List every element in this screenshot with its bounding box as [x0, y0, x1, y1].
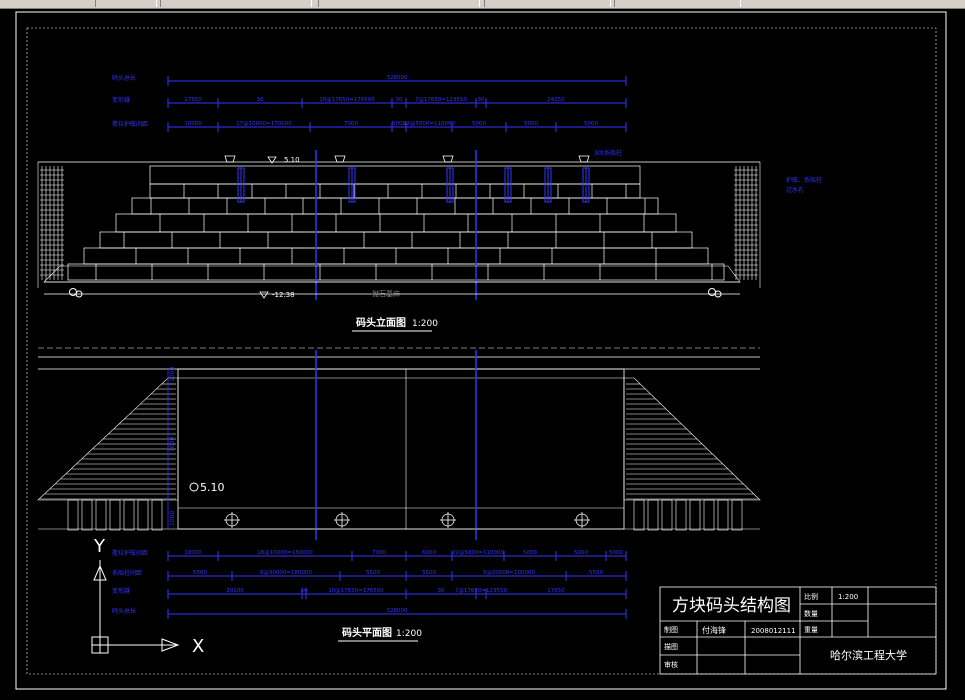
dim-row-label: 码头总长 — [112, 74, 136, 82]
dim-value: 5000 — [523, 550, 537, 556]
top-dimension-chain: 码头总长 328000 变形缝 17650 30 10@17650=176500 30 7@1… — [112, 74, 627, 132]
dim-row-label: 变形缝 — [112, 587, 130, 595]
dim-value: 5000 — [584, 121, 598, 127]
dim-value: 5500 — [589, 570, 603, 576]
dim-value: 328000 — [387, 75, 408, 81]
dim-value: 17@10000=170000 — [236, 121, 292, 127]
level-marker-icon — [259, 291, 269, 299]
ucs-y-label: Y — [93, 536, 106, 557]
dim-value: 30 — [438, 588, 445, 594]
dim-row-label: 搅拉护舷间距 — [112, 549, 148, 557]
dim-value: 6000 — [422, 550, 436, 556]
dim-value: 24350 — [547, 97, 565, 103]
left-dim-1: 1000 — [169, 367, 176, 382]
dim-value: 6@30000=180000 — [260, 570, 313, 576]
dim-value: 5000 — [524, 121, 538, 127]
dim-row-label: 搅拉护舷间距 — [112, 120, 148, 128]
row2-label: 描图 — [664, 642, 678, 651]
dim-value: 5@20000=100000 — [483, 570, 536, 576]
dim-value: 22@5000=110000 — [452, 550, 505, 556]
row1-label: 制图 — [664, 625, 678, 634]
top-note: 30t系船柱 — [594, 149, 622, 157]
level-circle-icon — [189, 482, 199, 492]
dim-value: 20100 — [226, 588, 244, 594]
bottom-level-text: -12.38 — [272, 291, 295, 299]
student-id: 2008012111 — [751, 627, 796, 635]
dim-value: 5000 — [472, 121, 486, 127]
bottom-dimension-chain: 搅拉护舷间距 10000 18@10000=180000 7000 6000 22@500… — [112, 549, 627, 619]
drafter-name: 付海锋 — [702, 625, 726, 635]
scale-label: 比例 — [804, 592, 818, 601]
dim-value: 5500 — [193, 570, 207, 576]
dim-value: 5000 — [574, 550, 588, 556]
dim-value: 7@17650=123550 — [415, 97, 468, 103]
cad-canvas[interactable]: 码头总长 328000 变形缝 17650 30 10@17650=176500 30 7@1… — [0, 0, 965, 700]
dim-row-label: 系船柱间距 — [112, 569, 142, 577]
dim-value: 7000 — [344, 121, 358, 127]
elevation-title: 码头立面图 — [356, 316, 406, 329]
plan-scale: 1:200 — [396, 629, 422, 639]
dim-value: 10@17650=176500 — [328, 588, 384, 594]
dim-value: 30 — [478, 97, 485, 103]
left-dim-2: 1000 — [169, 437, 176, 452]
dim-value: 18@10000=180000 — [257, 550, 313, 556]
dim-value: 17650 — [547, 588, 565, 594]
dim-value: 30 — [257, 97, 264, 103]
dim-value: 328000 — [387, 608, 408, 614]
left-dim-3: 1000 — [169, 511, 176, 526]
plan-title: 码头平面图 — [342, 626, 392, 639]
weight-label: 重量 — [804, 626, 818, 634]
dim-value: 22@5000=110000 — [403, 121, 456, 127]
dim-row-label: 变形缝 — [112, 96, 130, 104]
note-right-1: 护舷、系船柱 — [786, 176, 822, 184]
drawing-title: 方块码头结构图 — [672, 596, 791, 616]
dim-value: 10000 — [184, 121, 202, 127]
note-right-2: 过水孔 — [786, 186, 804, 194]
plan-view: 1000 1000 1000 5.10 码头平面图 1:200 — [37, 347, 761, 642]
dim-value: 10@17650=176500 — [319, 97, 375, 103]
dim-row-label: 码头总长 — [112, 607, 136, 615]
scale-value: 1:200 — [838, 593, 858, 601]
plan-level-text: 5.10 — [200, 481, 225, 494]
dim-value: 30 — [396, 97, 403, 103]
dim-value: 7000 — [372, 550, 386, 556]
institution-name: 哈尔滨工程大学 — [830, 648, 907, 662]
elevation-view: 5.10 -12.38 抛石基床 30t系船柱 护舷、系船柱 过水孔 码头立面图… — [37, 149, 822, 332]
qty-label: 数量 — [804, 609, 818, 618]
dim-value: 17650 — [184, 97, 202, 103]
dim-value: 10000 — [184, 550, 202, 556]
row3-label: 审核 — [664, 660, 678, 669]
dim-value: 30 — [301, 588, 308, 594]
dim-value: 5000 — [609, 550, 623, 556]
ucs-x-label: X — [192, 636, 204, 657]
dim-value: 5500 — [366, 570, 380, 576]
foundation-note: 抛石基床 — [372, 289, 400, 298]
top-level-text: 5.10 — [284, 156, 300, 164]
dim-value: 7@17650=123550 — [455, 588, 508, 594]
dim-value: 5500 — [422, 570, 436, 576]
elevation-scale: 1:200 — [412, 319, 438, 329]
